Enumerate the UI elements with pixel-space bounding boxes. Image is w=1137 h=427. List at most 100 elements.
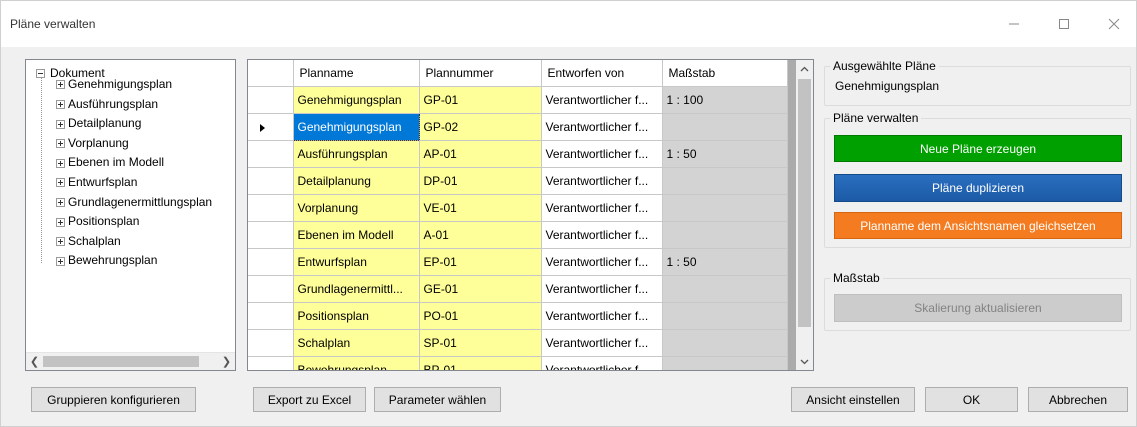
cell-designed-by[interactable]: Verantwortlicher f... <box>541 302 663 330</box>
cell-plan-name[interactable]: Positionsplan <box>293 302 420 330</box>
cell-scale[interactable] <box>662 221 788 249</box>
row-header[interactable] <box>248 248 294 276</box>
cell-designed-by[interactable]: Verantwortlicher f... <box>541 194 663 222</box>
scroll-right-icon[interactable]: ❯ <box>218 353 235 370</box>
table-row[interactable]: Genehmigungsplan GP-01 Verantwortlicher f.… <box>248 86 788 114</box>
cell-scale[interactable] <box>662 113 788 141</box>
tree-node[interactable]: Genehmigungsplan <box>56 75 172 93</box>
expand-icon[interactable] <box>56 237 65 247</box>
expand-icon[interactable] <box>56 99 65 109</box>
row-header[interactable] <box>248 194 294 222</box>
scroll-thumb[interactable] <box>43 356 199 367</box>
plan-type-tree[interactable]: Dokument Genehmigungsplan Ausführungsplan… <box>25 59 236 371</box>
scroll-thumb[interactable] <box>798 79 811 327</box>
view-settings-button[interactable]: Ansicht einstellen <box>791 387 915 412</box>
scroll-up-icon[interactable] <box>796 60 813 77</box>
cell-designed-by[interactable]: Verantwortlicher f... <box>541 221 663 249</box>
cell-plan-number[interactable]: EP-01 <box>419 248 542 276</box>
expand-icon[interactable] <box>56 119 65 129</box>
row-header[interactable] <box>248 86 294 114</box>
cell-plan-number[interactable]: AP-01 <box>419 140 542 168</box>
cell-designed-by[interactable]: Verantwortlicher f... <box>541 167 663 195</box>
cell-designed-by[interactable]: Verantwortlicher f... <box>541 113 663 141</box>
column-header-scale[interactable]: Maßstab <box>662 60 788 87</box>
match-view-name-button[interactable]: Planname dem Ansichtsnamen gleichsetzen <box>834 212 1122 239</box>
row-header[interactable] <box>248 329 294 357</box>
cell-plan-number[interactable]: BP-01 <box>419 356 542 370</box>
cell-plan-name[interactable]: Schalplan <box>293 329 420 357</box>
cell-plan-name[interactable]: Ausführungsplan <box>293 140 420 168</box>
cell-plan-name[interactable]: Ebenen im Modell <box>293 221 420 249</box>
table-row[interactable]: Vorplanung VE-01 Verantwortlicher f... <box>248 194 788 222</box>
tree-node[interactable]: Grundlagenermittlungsplan <box>56 193 212 211</box>
expand-icon[interactable] <box>56 178 65 188</box>
cell-designed-by[interactable]: Verantwortlicher f... <box>541 275 663 303</box>
cell-plan-number[interactable]: GP-02 <box>419 113 542 141</box>
configure-grouping-button[interactable]: Gruppieren konfigurieren <box>31 387 196 412</box>
cell-plan-name[interactable]: Entwurfsplan <box>293 248 420 276</box>
row-header[interactable] <box>248 167 294 195</box>
cell-scale[interactable]: 1 : 100 <box>662 86 788 114</box>
cell-plan-number[interactable]: SP-01 <box>419 329 542 357</box>
tree-horizontal-scrollbar[interactable]: ❮ ❯ <box>26 352 235 370</box>
expand-icon[interactable] <box>56 197 65 207</box>
cell-plan-name[interactable]: Grundlagenermittl... <box>293 275 420 303</box>
maximize-icon[interactable] <box>1044 11 1084 37</box>
table-row[interactable]: Entwurfsplan EP-01 Verantwortlicher f... 1 … <box>248 248 788 276</box>
expand-icon[interactable] <box>56 158 65 168</box>
cell-plan-number[interactable]: PO-01 <box>419 302 542 330</box>
cell-plan-number[interactable]: GP-01 <box>419 86 542 114</box>
column-header-designed-by[interactable]: Entworfen von <box>541 60 663 87</box>
table-row[interactable]: Ebenen im Modell A-01 Verantwortlicher f..… <box>248 221 788 249</box>
cell-plan-name[interactable]: Genehmigungsplan <box>292 112 420 141</box>
tree-node[interactable]: Detailplanung <box>56 114 141 132</box>
table-row[interactable]: Ausführungsplan AP-01 Verantwortlicher f..… <box>248 140 788 168</box>
duplicate-plans-button[interactable]: Pläne duplizieren <box>834 174 1122 202</box>
tree-node[interactable]: Positionsplan <box>56 212 139 230</box>
minimize-icon[interactable] <box>994 11 1034 37</box>
column-header-number[interactable]: Plannummer <box>419 60 542 87</box>
cell-plan-name[interactable]: Genehmigungsplan <box>293 86 420 114</box>
tree-node[interactable]: Entwurfsplan <box>56 173 137 191</box>
cell-scale[interactable] <box>662 194 788 222</box>
cell-scale[interactable] <box>662 329 788 357</box>
cell-scale[interactable] <box>662 275 788 303</box>
tree-node[interactable]: Schalplan <box>56 232 121 250</box>
cell-scale[interactable] <box>662 356 788 370</box>
cell-plan-number[interactable]: DP-01 <box>419 167 542 195</box>
ok-button[interactable]: OK <box>925 387 1018 412</box>
tree-node[interactable]: Bewehrungsplan <box>56 251 157 269</box>
row-header[interactable] <box>248 356 294 370</box>
grid-vertical-scrollbar[interactable] <box>796 60 813 370</box>
table-row[interactable]: Detailplanung DP-01 Verantwortlicher f... <box>248 167 788 195</box>
expand-icon[interactable] <box>56 217 65 227</box>
table-row[interactable]: Genehmigungsplan GP-02 Verantwortlicher f.… <box>248 112 788 141</box>
cell-plan-name[interactable]: Vorplanung <box>293 194 420 222</box>
column-header-name[interactable]: Planname <box>293 60 420 87</box>
cell-designed-by[interactable]: Verantwortlicher f... <box>541 329 663 357</box>
cell-scale[interactable]: 1 : 50 <box>662 248 788 276</box>
new-plans-button[interactable]: Neue Pläne erzeugen <box>834 135 1122 162</box>
row-header[interactable] <box>248 140 294 168</box>
cell-designed-by[interactable]: Verantwortlicher f... <box>541 140 663 168</box>
scroll-left-icon[interactable]: ❮ <box>26 353 43 370</box>
cell-plan-name[interactable]: Detailplanung <box>293 167 420 195</box>
cell-scale[interactable] <box>662 167 788 195</box>
export-excel-button[interactable]: Export zu Excel <box>253 387 366 412</box>
plans-grid[interactable]: Planname Plannummer Entworfen von Maßsta… <box>247 59 814 371</box>
cell-designed-by[interactable]: Verantwortlicher f... <box>541 86 663 114</box>
expand-icon[interactable] <box>56 139 65 149</box>
cell-designed-by[interactable]: Verantwortlicher f... <box>541 248 663 276</box>
cancel-button[interactable]: Abbrechen <box>1028 387 1128 412</box>
cell-plan-number[interactable]: GE-01 <box>419 275 542 303</box>
cell-scale[interactable] <box>662 302 788 330</box>
row-header[interactable] <box>248 113 294 141</box>
expand-icon[interactable] <box>56 256 65 266</box>
expand-icon[interactable] <box>56 80 65 90</box>
close-icon[interactable] <box>1094 11 1134 37</box>
scroll-down-icon[interactable] <box>796 353 813 370</box>
table-row[interactable]: Positionsplan PO-01 Verantwortlicher f... <box>248 302 788 330</box>
cell-designed-by[interactable]: Verantwortlicher f... <box>541 356 663 370</box>
cell-plan-number[interactable]: VE-01 <box>419 194 542 222</box>
table-row[interactable]: Bewehrungsplan BP-01 Verantwortlicher f... <box>248 356 788 370</box>
